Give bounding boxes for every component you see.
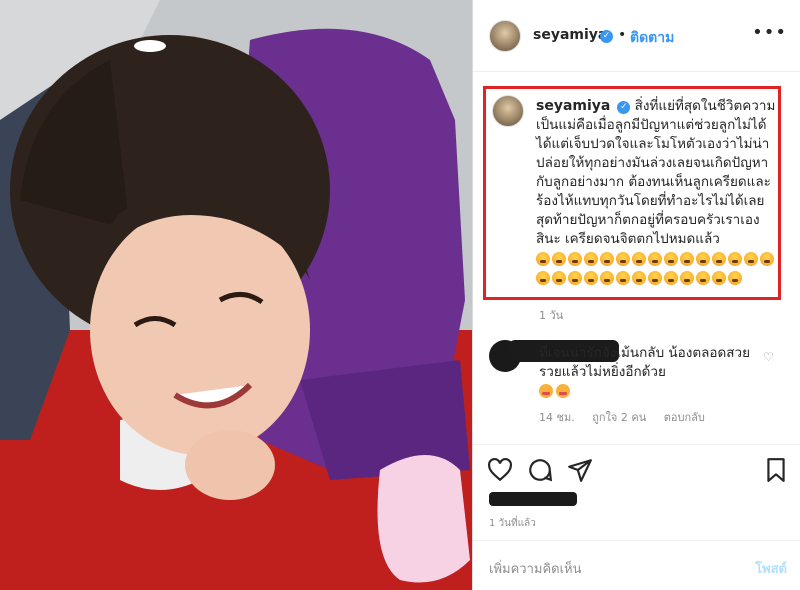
crying-face-emoji-icon (696, 252, 710, 266)
redacted-likes (489, 492, 577, 506)
crying-face-emoji-icon (552, 252, 566, 266)
crying-face-emoji-icon (728, 252, 742, 266)
crying-face-emoji-icon (728, 271, 742, 285)
caption-body: สิ่งที่แย่ที่สุดในชีวิตความเป็นแม่คือเมื… (536, 98, 776, 247)
crying-face-emoji-icon (616, 252, 630, 266)
caption-text: seyamiya ✓ สิ่งที่แย่ที่สุดในชีวิตความเป็… (536, 97, 776, 287)
comment-like-heart-icon[interactable]: ♡ (763, 350, 774, 364)
caption-avatar[interactable] (492, 95, 524, 127)
crying-face-emoji-icon (632, 252, 646, 266)
crying-face-emoji-icon (744, 252, 758, 266)
comment-input[interactable]: เพิ่มความคิดเห็น (489, 558, 582, 579)
caption-username[interactable]: seyamiya (536, 98, 610, 114)
crying-face-emoji-icon (600, 271, 614, 285)
verified-badge-icon: ✓ (600, 30, 613, 43)
post-header: seyamiya ✓ • ติดตาม ••• (473, 0, 800, 72)
crying-face-emoji-icon (536, 252, 550, 266)
author-avatar[interactable] (489, 20, 521, 52)
crying-face-emoji-icon (616, 271, 630, 285)
comment-icon[interactable] (527, 457, 553, 483)
emoji-icon (556, 384, 570, 398)
crying-emoji-row (536, 249, 776, 287)
heart-icon[interactable] (487, 457, 513, 483)
comment-text: ที่เจนน่ารักจังเม้นกลับ น้องตลอดสวยรวยแล… (539, 344, 769, 401)
crying-face-emoji-icon (680, 252, 694, 266)
crying-face-emoji-icon (664, 271, 678, 285)
crying-face-emoji-icon (680, 271, 694, 285)
add-comment-bar: เพิ่มความคิดเห็น โพสต์ (473, 540, 800, 590)
post-photo (0, 0, 472, 590)
emoji-icon (539, 384, 553, 398)
reply-button[interactable]: ตอบกลับ (664, 411, 705, 424)
crying-face-emoji-icon (584, 252, 598, 266)
crying-face-emoji-icon (648, 271, 662, 285)
share-icon[interactable] (567, 457, 593, 483)
post-image (0, 0, 472, 590)
crying-face-emoji-icon (632, 271, 646, 285)
bookmark-icon[interactable] (763, 457, 789, 483)
crying-face-emoji-icon (600, 252, 614, 266)
crying-face-emoji-icon (712, 271, 726, 285)
comment-time: 14 ชม. (539, 411, 575, 424)
crying-face-emoji-icon (648, 252, 662, 266)
crying-face-emoji-icon (712, 252, 726, 266)
more-horizontal-icon[interactable]: ••• (752, 22, 787, 43)
author-username[interactable]: seyamiya (533, 27, 607, 43)
post-time: 1 วันที่แล้ว (489, 518, 536, 529)
caption-time: 1 วัน (539, 309, 564, 322)
post-comment-button[interactable]: โพสต์ (755, 558, 787, 579)
header-separator: • (618, 27, 627, 43)
crying-face-emoji-icon (584, 271, 598, 285)
comment-meta: 14 ชม. ถูกใจ 2 คน ตอบกลับ (539, 408, 719, 426)
crying-face-emoji-icon (760, 252, 774, 266)
verified-badge-icon: ✓ (617, 101, 631, 114)
crying-face-emoji-icon (536, 271, 550, 285)
crying-face-emoji-icon (664, 252, 678, 266)
comment-body: ที่เจนน่ารักจังเม้นกลับ น้องตลอดสวยรวยแล… (539, 345, 751, 380)
crying-face-emoji-icon (568, 271, 582, 285)
comment-likes[interactable]: ถูกใจ 2 คน (592, 411, 646, 424)
post-detail-panel: seyamiya ✓ • ติดตาม ••• seyamiya ✓ สิ่งที… (472, 0, 800, 590)
caption-highlight: seyamiya ✓ สิ่งที่แย่ที่สุดในชีวิตความเป็… (483, 86, 781, 300)
crying-face-emoji-icon (568, 252, 582, 266)
post-actions (473, 444, 800, 494)
follow-button[interactable]: ติดตาม (630, 27, 674, 49)
crying-face-emoji-icon (552, 271, 566, 285)
crying-face-emoji-icon (696, 271, 710, 285)
